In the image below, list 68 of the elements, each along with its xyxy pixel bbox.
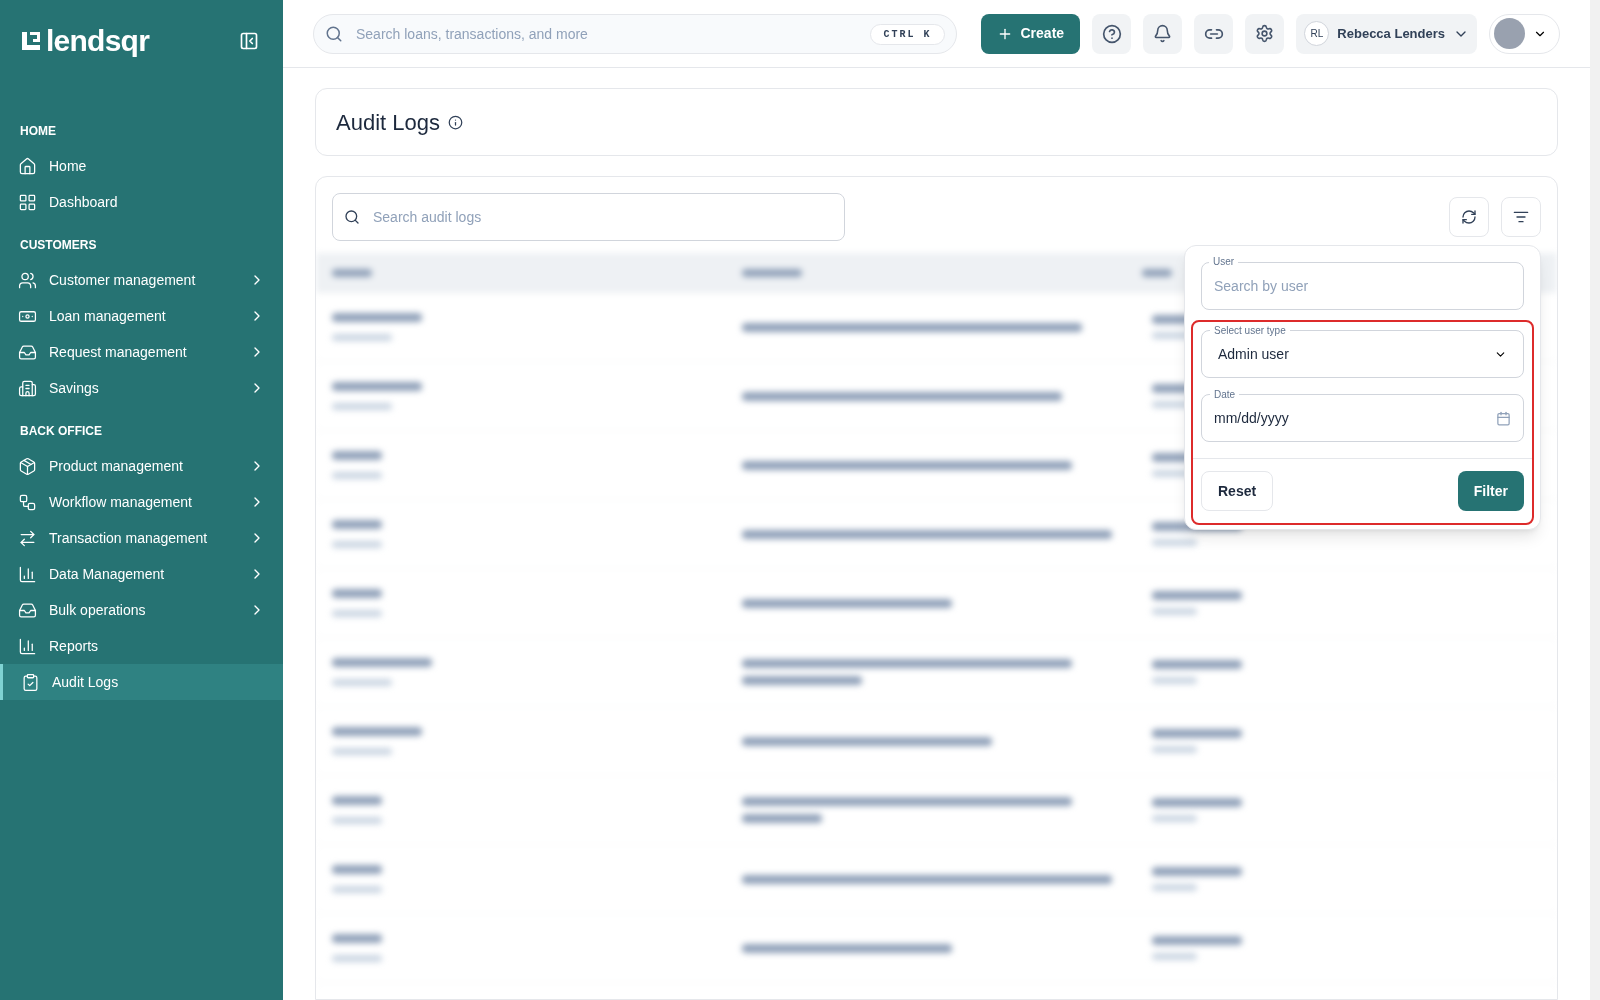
sidebar-item[interactable]: Transaction management xyxy=(0,520,283,556)
filter-icon xyxy=(1513,209,1529,225)
sidebar-item[interactable]: Workflow management xyxy=(0,484,283,520)
sidebar-item[interactable]: Dashboard xyxy=(0,184,283,220)
sidebar-item[interactable]: Customer management xyxy=(0,262,283,298)
section-heading: BACK OFFICE xyxy=(19,423,103,440)
bar-chart-icon xyxy=(18,564,37,584)
search-icon xyxy=(325,24,343,43)
user-initials-avatar: RL xyxy=(1304,21,1330,46)
account-menu-button[interactable]: RL Rebecca Lenders xyxy=(1296,13,1477,54)
sidebar-item-label: Dashboard xyxy=(49,192,119,212)
sidebar-item-label: Product management xyxy=(49,456,184,476)
sidebar-item[interactable]: Home xyxy=(0,148,283,184)
filter-button[interactable]: Filter xyxy=(1457,471,1524,511)
sidebar-item-label: Customer management xyxy=(49,270,197,290)
sidebar-item[interactable]: Audit Logs xyxy=(0,664,283,700)
help-button[interactable] xyxy=(1092,13,1132,54)
audit-search-field[interactable]: Search audit logs xyxy=(332,193,845,241)
grid-icon xyxy=(18,192,37,212)
refresh-button[interactable] xyxy=(1449,197,1489,237)
notifications-button[interactable] xyxy=(1143,13,1183,54)
help-icon xyxy=(1101,23,1122,44)
sidebar-item-label: Savings xyxy=(49,378,100,398)
logo-icon xyxy=(20,30,42,52)
users-icon xyxy=(18,270,37,290)
section-heading: HOME xyxy=(19,123,57,140)
sidebar-item[interactable]: Request management xyxy=(0,334,283,370)
bar-chart-icon xyxy=(18,636,37,656)
sidebar-item[interactable]: Loan management xyxy=(0,298,283,334)
settings-icon xyxy=(1255,24,1275,43)
sidebar-item[interactable]: Bulk operations xyxy=(0,592,283,628)
workflow-icon xyxy=(18,492,37,512)
sidebar-item-label: Request management xyxy=(49,342,188,362)
search-icon xyxy=(344,209,360,225)
sidebar-item[interactable]: Data Management xyxy=(0,556,283,592)
sidebar-item-label: Transaction management xyxy=(49,528,209,548)
sidebar-item-label: Audit Logs xyxy=(52,672,120,692)
bell-icon xyxy=(1153,24,1173,43)
building-icon xyxy=(18,378,37,398)
reset-button[interactable]: Reset xyxy=(1201,471,1274,511)
settings-button[interactable] xyxy=(1245,13,1285,54)
sidebar-item[interactable]: Product management xyxy=(0,448,283,484)
sidebar-item-label: Bulk operations xyxy=(49,600,147,620)
page-title: Audit Logs xyxy=(336,108,440,137)
logo-text: lendsqr xyxy=(46,26,150,56)
box-icon xyxy=(18,456,37,476)
select-value: Admin user xyxy=(1218,344,1289,364)
clipboard-icon xyxy=(21,672,40,692)
sidebar-item-label: Loan management xyxy=(49,306,167,326)
sidebar-item-label: Workflow management xyxy=(49,492,193,512)
sidebar-item-label: Home xyxy=(49,156,88,176)
arrows-icon xyxy=(18,528,37,548)
filter-toggle-button[interactable] xyxy=(1501,197,1541,237)
sidebar-item-label: Data Management xyxy=(49,564,166,584)
field-label: Select user type xyxy=(1210,323,1290,338)
sidebar-item[interactable]: Reports xyxy=(0,628,283,664)
link-button[interactable] xyxy=(1194,13,1234,54)
sidebar-item-label: Reports xyxy=(49,636,100,656)
info-icon xyxy=(447,114,463,130)
avatar-placeholder xyxy=(1494,18,1525,49)
refresh-icon xyxy=(1461,209,1477,225)
sidebar-item[interactable]: Savings xyxy=(0,370,283,406)
date-value: mm/dd/yyyy xyxy=(1214,408,1289,428)
user-name: Rebecca Lenders xyxy=(1337,24,1445,43)
section-heading: CUSTOMERS xyxy=(19,237,98,254)
create-button[interactable]: Create xyxy=(980,13,1081,54)
calendar-icon xyxy=(1496,410,1511,426)
home-icon xyxy=(18,156,37,176)
